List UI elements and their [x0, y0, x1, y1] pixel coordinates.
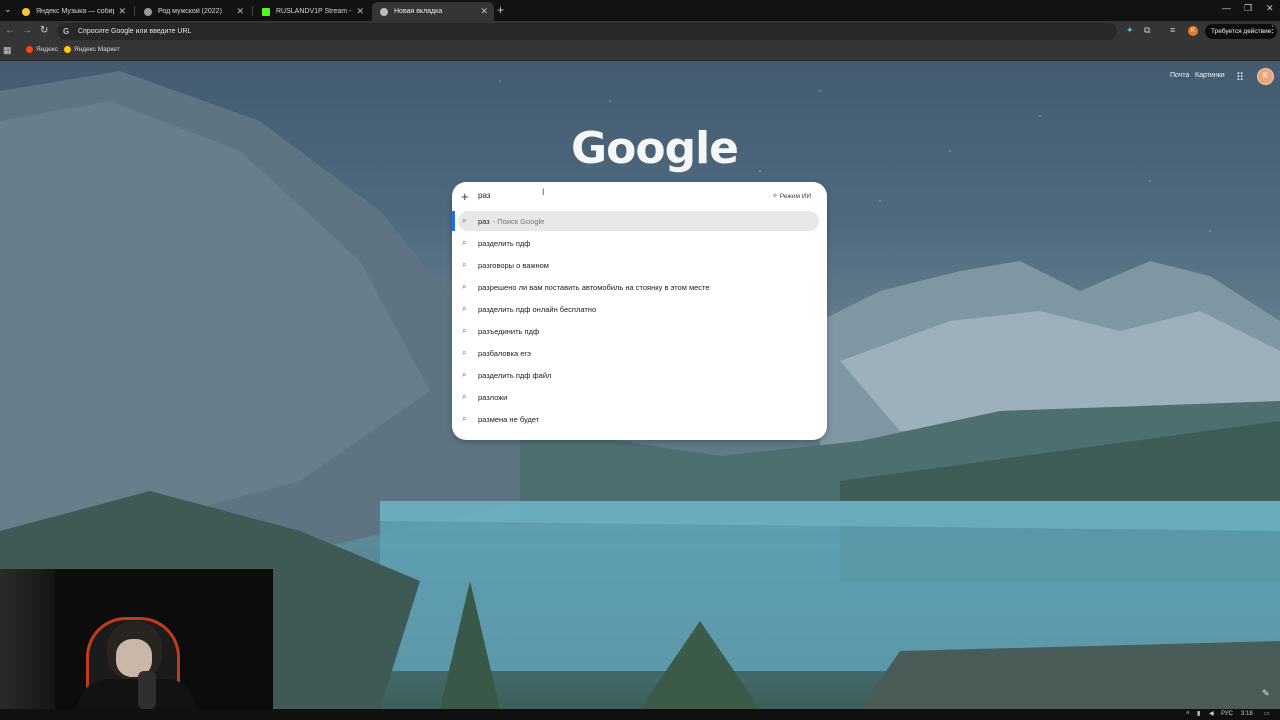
- customize-pencil-icon[interactable]: ✎: [1262, 688, 1270, 699]
- google-logo: Google: [571, 123, 739, 174]
- action-required-button[interactable]: Требуется действие: [1205, 24, 1278, 39]
- window-close-icon[interactable]: ✕: [1266, 3, 1274, 14]
- clock[interactable]: 3:18: [1241, 709, 1253, 720]
- os-taskbar: ˄ ▮ ◀ РУС 3:18 ▭: [0, 709, 1280, 720]
- back-arrow-icon[interactable]: ←: [5, 25, 15, 36]
- webcam-overlay: [0, 569, 273, 709]
- language-indicator[interactable]: РУС: [1221, 709, 1233, 720]
- extension-teal-icon[interactable]: ✦: [1126, 25, 1134, 36]
- suggestion-text: разъединить пдф: [478, 326, 540, 336]
- add-attachment-icon[interactable]: +: [461, 189, 469, 204]
- search-icon: ⌕: [462, 260, 467, 269]
- profile-avatar[interactable]: K: [1188, 26, 1198, 36]
- tray-chevron-icon[interactable]: ˄: [1186, 709, 1190, 720]
- new-tab-plus-icon[interactable]: +: [497, 3, 504, 17]
- search-icon: ⌕: [462, 392, 467, 401]
- apps-grid-icon[interactable]: ▦: [3, 45, 12, 56]
- suggestion-item[interactable]: ⌕ разъединить пдф: [458, 321, 819, 341]
- bookmark-yandex[interactable]: Яндекс: [26, 46, 58, 53]
- volume-icon[interactable]: ◀: [1209, 709, 1214, 720]
- reload-icon[interactable]: ↻: [40, 25, 48, 36]
- suggestion-text: разделить пдф онлайн бесплатно: [478, 304, 597, 314]
- search-icon: ⌕: [462, 326, 467, 335]
- more-menu-icon[interactable]: ⋮: [1268, 24, 1277, 35]
- page-favicon-icon: [144, 7, 152, 16]
- suggestion-item[interactable]: ⌕ раз - Поиск Google: [458, 211, 819, 231]
- microphone: [138, 671, 156, 709]
- tab-divider: [134, 6, 135, 16]
- yandex-market-icon: [64, 46, 71, 53]
- search-icon: ⌕: [462, 238, 467, 247]
- address-bar-placeholder: Спросите Google или введите URL: [78, 28, 192, 35]
- tab-title: Род мужской (2022): [158, 8, 222, 15]
- tab-title: RUSLANDV1P Stream - Watch L: [276, 8, 352, 15]
- tab-new-tab[interactable]: Новая вкладка ✕: [372, 2, 494, 21]
- close-icon[interactable]: ✕: [356, 6, 364, 17]
- account-avatar[interactable]: K: [1257, 68, 1274, 85]
- suggestion-text: разделить пдф: [478, 238, 531, 248]
- close-icon[interactable]: ✕: [118, 6, 126, 17]
- minimize-icon[interactable]: —: [1222, 3, 1231, 13]
- search-icon: ⌕: [462, 348, 467, 357]
- notifications-icon[interactable]: ▭: [1264, 709, 1270, 720]
- streamer-body: [78, 679, 196, 709]
- suggestion-text: разрешено ли вам поставить автомобиль на…: [478, 282, 710, 292]
- ai-sparkle-icon: ✧: [772, 193, 778, 200]
- suggestion-item[interactable]: ⌕ разделить пдф онлайн бесплатно: [458, 299, 819, 319]
- address-bar[interactable]: G Спросите Google или введите URL: [57, 23, 1117, 40]
- suggestion-item[interactable]: ⌕ разделить пдф: [458, 233, 819, 253]
- ai-mode-button[interactable]: ✧ Режим ИИ: [772, 192, 812, 201]
- search-icon: ⌕: [462, 304, 467, 313]
- suggestion-item[interactable]: ⌕ разрешено ли вам поставить автомобиль …: [458, 277, 819, 297]
- suggestion-text: разделить пдф файл: [478, 370, 552, 380]
- active-suggestion-indicator: [452, 211, 455, 231]
- forward-arrow-icon[interactable]: →: [22, 25, 32, 36]
- tab-title: Новая вкладка: [394, 8, 443, 15]
- suggestion-text: разбаловка егэ: [478, 348, 531, 358]
- text-cursor-icon: I: [542, 187, 545, 197]
- media-controls-icon[interactable]: ≡: [1170, 25, 1175, 35]
- yandex-icon: [26, 46, 33, 53]
- network-icon[interactable]: ▮: [1197, 709, 1200, 720]
- suggestion-item[interactable]: ⌕ разделить пдф файл: [458, 365, 819, 385]
- search-icon: ⌕: [462, 216, 467, 225]
- tab-search-icon[interactable]: ⌄: [4, 4, 12, 15]
- suggestion-text: раз: [478, 216, 490, 226]
- suggestion-item[interactable]: ⌕ размена не будет: [458, 409, 819, 429]
- close-icon[interactable]: ✕: [236, 6, 244, 17]
- tab-kick-stream[interactable]: RUSLANDV1P Stream - Watch L ✕: [254, 2, 370, 21]
- search-input[interactable]: раз: [478, 191, 490, 200]
- close-icon[interactable]: ✕: [480, 6, 488, 17]
- tab-yandex-music[interactable]: Яндекс Музыка — собираем… ✕: [14, 2, 132, 21]
- tab-divider: [252, 6, 253, 16]
- bookmark-label: Яндекс Маркет: [74, 46, 120, 53]
- kick-favicon-icon: [262, 7, 270, 16]
- bookmark-yandex-market[interactable]: Яндекс Маркет: [64, 46, 120, 53]
- bookmarks-bar: ▦ Яндекс Яндекс Маркет: [0, 42, 1280, 61]
- images-link[interactable]: Картинки: [1195, 72, 1225, 79]
- suggestion-item[interactable]: ⌕ разложи: [458, 387, 819, 407]
- search-icon: ⌕: [462, 414, 467, 423]
- suggestion-text: размена не будет: [478, 414, 540, 424]
- tab-rod-muzhskoy[interactable]: Род мужской (2022) ✕: [136, 2, 250, 21]
- gmail-link[interactable]: Почта: [1170, 72, 1189, 79]
- suggestion-text: разговоры о важном: [478, 260, 549, 270]
- webcam-background-door: [0, 569, 55, 709]
- google-apps-icon[interactable]: ⠿: [1236, 71, 1244, 84]
- suggestion-hint: - Поиск Google: [492, 216, 545, 226]
- search-icon: ⌕: [462, 282, 467, 291]
- restore-icon[interactable]: ❐: [1244, 3, 1252, 14]
- ai-mode-label: Режим ИИ: [779, 192, 812, 200]
- extensions-puzzle-icon[interactable]: ⧉: [1144, 25, 1150, 36]
- search-icon: ⌕: [462, 370, 467, 379]
- bookmark-label: Яндекс: [36, 46, 58, 53]
- tab-title: Яндекс Музыка — собираем…: [36, 8, 114, 15]
- yandex-music-favicon-icon: [22, 7, 30, 16]
- chrome-favicon-icon: [380, 7, 388, 16]
- suggestion-item[interactable]: ⌕ разговоры о важном: [458, 255, 819, 275]
- suggestion-text: разложи: [478, 392, 508, 402]
- suggestion-item[interactable]: ⌕ разбаловка егэ: [458, 343, 819, 363]
- google-g-icon: G: [63, 27, 70, 36]
- tab-strip: ⌄ Яндекс Музыка — собираем… ✕ Род мужско…: [0, 0, 1280, 21]
